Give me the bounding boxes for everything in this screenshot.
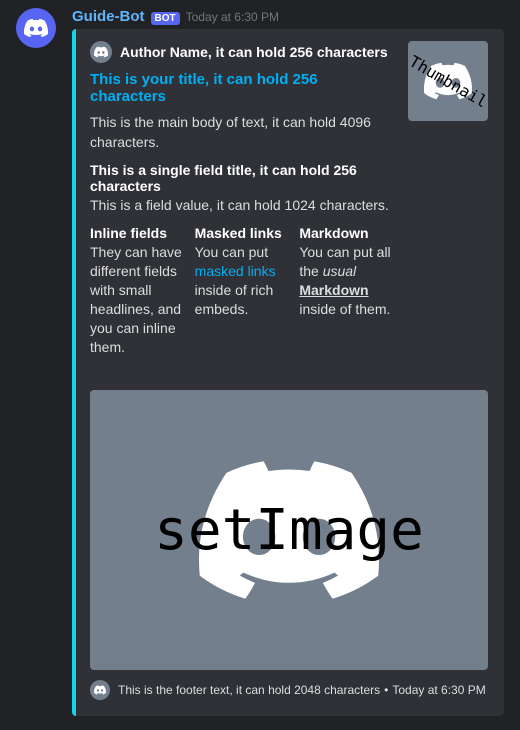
embed-image[interactable]: setImage bbox=[90, 390, 488, 670]
field-title: Masked links bbox=[195, 225, 288, 241]
masked-link[interactable]: masked links bbox=[195, 263, 276, 279]
message-header: Guide-Bot BOT Today at 6:30 PM bbox=[72, 8, 504, 25]
field-title: This is a single field title, it can hol… bbox=[90, 162, 392, 194]
discord-logo-icon bbox=[94, 45, 108, 59]
username[interactable]: Guide-Bot bbox=[72, 8, 145, 25]
inline-field: Inline fields They can have different fi… bbox=[90, 225, 183, 356]
field-value: You can put masked links inside of rich … bbox=[195, 243, 288, 319]
discord-logo-icon bbox=[94, 684, 106, 696]
bot-tag: BOT bbox=[151, 12, 180, 25]
embed-description: This is the main body of text, it can ho… bbox=[90, 113, 392, 152]
footer-icon bbox=[90, 680, 110, 700]
message: Guide-Bot BOT Today at 6:30 PM Author Na… bbox=[0, 0, 520, 724]
field-title: Markdown bbox=[299, 225, 392, 241]
image-label: setImage bbox=[154, 498, 424, 563]
bot-avatar[interactable] bbox=[16, 8, 56, 48]
embed-thumbnail[interactable]: Thumbnail bbox=[408, 41, 488, 121]
inline-field: Masked links You can put masked links in… bbox=[195, 225, 288, 356]
embed-author-row: Author Name, it can hold 256 characters bbox=[90, 41, 392, 63]
footer-text: This is the footer text, it can hold 204… bbox=[118, 683, 486, 697]
author-icon bbox=[90, 41, 112, 63]
inline-field: Markdown You can put all the usual Markd… bbox=[299, 225, 392, 356]
field-value: You can put all the usual Markdown insid… bbox=[299, 243, 392, 319]
embed-author-name: Author Name, it can hold 256 characters bbox=[120, 44, 388, 60]
embed-footer: This is the footer text, it can hold 204… bbox=[90, 680, 488, 700]
field-value: This is a field value, it can hold 1024 … bbox=[90, 196, 392, 215]
embed: Author Name, it can hold 256 characters … bbox=[72, 29, 504, 716]
message-timestamp: Today at 6:30 PM bbox=[186, 10, 279, 24]
field-value: They can have different fields with smal… bbox=[90, 243, 183, 356]
embed-title[interactable]: This is your title, it can hold 256 char… bbox=[90, 71, 392, 105]
discord-logo-icon bbox=[24, 16, 48, 40]
embed-field: This is a single field title, it can hol… bbox=[90, 162, 392, 215]
field-title: Inline fields bbox=[90, 225, 183, 241]
inline-fields-row: Inline fields They can have different fi… bbox=[90, 225, 392, 366]
message-body: Guide-Bot BOT Today at 6:30 PM Author Na… bbox=[72, 8, 504, 716]
